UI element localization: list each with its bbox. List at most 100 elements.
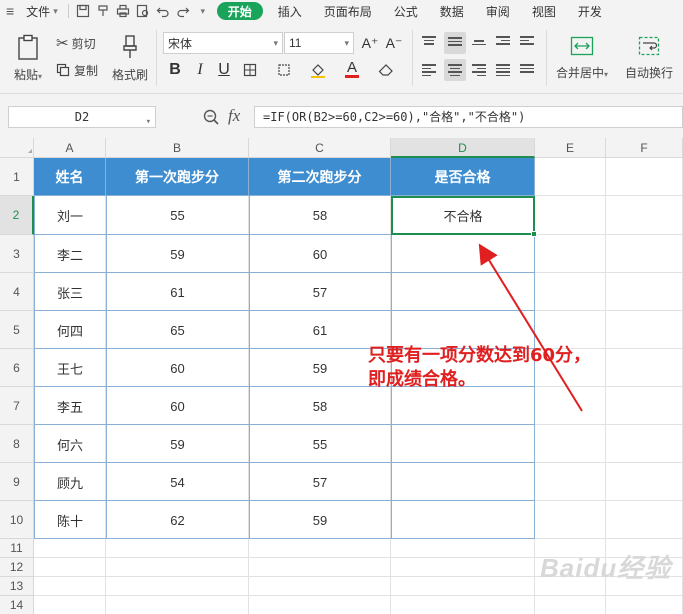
align-left-icon[interactable] [422, 62, 440, 80]
table-cell[interactable]: 陈十 [34, 501, 106, 539]
table-cell[interactable]: 59 [106, 235, 249, 273]
align-center-icon[interactable] [444, 59, 466, 81]
table-header-cell[interactable]: 姓名 [34, 158, 106, 196]
table-header-cell[interactable]: 第一次跑步分 [106, 158, 249, 196]
table-cell[interactable]: 何六 [34, 425, 106, 463]
row-header-2[interactable]: 2 [0, 196, 34, 235]
italic-button[interactable]: I [190, 60, 210, 80]
clear-format-button[interactable] [376, 60, 396, 80]
distribute-icon[interactable] [520, 62, 538, 80]
row-header-10[interactable]: 10 [0, 501, 34, 539]
tab-review[interactable]: 审阅 [475, 0, 521, 22]
table-cell[interactable]: 55 [249, 425, 391, 463]
table-cell[interactable]: 61 [106, 273, 249, 311]
formula-input[interactable]: =IF(OR(B2>=60,C2>=60),"合格","不合格") [254, 106, 683, 128]
table-cell[interactable] [391, 387, 535, 425]
print-preview-icon[interactable] [133, 1, 153, 21]
table-cell[interactable] [391, 425, 535, 463]
fill-handle[interactable] [531, 231, 537, 237]
font-color-button[interactable]: A [342, 59, 362, 79]
column-header-e[interactable]: E [535, 138, 606, 158]
undo-icon[interactable] [153, 1, 173, 21]
table-cell[interactable]: 60 [106, 349, 249, 387]
table-cell[interactable]: 王七 [34, 349, 106, 387]
column-header-b[interactable]: B [106, 138, 249, 158]
bold-button[interactable]: B [165, 60, 185, 80]
name-box[interactable]: D2 ▾ [8, 106, 156, 128]
table-cell[interactable]: 何四 [34, 311, 106, 349]
table-cell[interactable]: 57 [249, 463, 391, 501]
row-header-4[interactable]: 4 [0, 273, 34, 311]
indent-increase-icon[interactable] [520, 34, 538, 52]
menu-icon[interactable]: ≡ [0, 0, 20, 22]
align-right-icon[interactable] [472, 62, 490, 80]
tab-developer[interactable]: 开发 [567, 0, 613, 22]
format-painter-button[interactable]: 格式刷 [108, 30, 152, 86]
fill-style-button[interactable] [274, 60, 294, 80]
table-cell[interactable]: 60 [249, 235, 391, 273]
tab-start[interactable]: 开始 [216, 2, 263, 20]
customize-dropdown-icon[interactable]: ▾ [193, 1, 213, 21]
font-shrink-button[interactable]: A⁻ [384, 33, 404, 53]
tab-insert[interactable]: 插入 [267, 0, 313, 22]
column-header-a[interactable]: A [34, 138, 106, 158]
file-menu[interactable]: 文件 ▾ [20, 0, 64, 22]
font-name-select[interactable]: 宋体 ▾ [163, 32, 283, 54]
align-top-icon[interactable] [422, 34, 440, 52]
underline-button[interactable]: U [214, 60, 234, 80]
row-header-14[interactable]: 14 [0, 596, 34, 614]
row-header-11[interactable]: 11 [0, 539, 34, 558]
border-button[interactable] [240, 60, 260, 80]
tab-formulas[interactable]: 公式 [383, 0, 429, 22]
cut-button[interactable]: ✂ 剪切 [56, 32, 96, 54]
table-cell[interactable]: 59 [106, 425, 249, 463]
font-grow-button[interactable]: A⁺ [360, 33, 380, 53]
table-header-cell[interactable]: 是否合格 [391, 158, 535, 196]
table-cell[interactable]: 58 [249, 196, 391, 235]
print-icon[interactable] [113, 1, 133, 21]
table-cell[interactable] [391, 235, 535, 273]
row-header-13[interactable]: 13 [0, 577, 34, 596]
zoom-lookup-icon[interactable] [202, 108, 220, 126]
merge-center-button[interactable]: 合并居中▾ [550, 30, 614, 86]
select-all-corner[interactable] [0, 138, 34, 158]
table-header-cell[interactable]: 第二次跑步分 [249, 158, 391, 196]
wrap-text-button[interactable]: 自动换行 [620, 30, 678, 86]
row-header-5[interactable]: 5 [0, 311, 34, 349]
table-cell[interactable]: 55 [106, 196, 249, 235]
fx-button[interactable]: fx [228, 106, 240, 126]
format-painter-small-icon[interactable] [93, 1, 113, 21]
table-cell[interactable]: 57 [249, 273, 391, 311]
row-header-9[interactable]: 9 [0, 463, 34, 501]
column-header-c[interactable]: C [249, 138, 391, 158]
indent-decrease-icon[interactable] [496, 34, 514, 52]
font-size-select[interactable]: 11 ▾ [284, 32, 354, 54]
table-cell[interactable] [391, 273, 535, 311]
column-header-d[interactable]: D [391, 138, 535, 158]
table-cell[interactable]: 李五 [34, 387, 106, 425]
table-cell[interactable]: 54 [106, 463, 249, 501]
tab-page-layout[interactable]: 页面布局 [313, 0, 383, 22]
column-header-f[interactable]: F [606, 138, 683, 158]
row-header-6[interactable]: 6 [0, 349, 34, 387]
table-cell[interactable]: 张三 [34, 273, 106, 311]
copy-button[interactable]: 复制 [56, 59, 98, 81]
table-cell[interactable] [391, 501, 535, 539]
table-cell[interactable]: 62 [106, 501, 249, 539]
row-header-1[interactable]: 1 [0, 158, 34, 196]
table-cell[interactable] [391, 463, 535, 501]
fill-color-button[interactable] [308, 60, 328, 80]
table-cell[interactable]: 顾九 [34, 463, 106, 501]
row-header-3[interactable]: 3 [0, 235, 34, 273]
table-cell[interactable]: 李二 [34, 235, 106, 273]
tab-view[interactable]: 视图 [521, 0, 567, 22]
tab-data[interactable]: 数据 [429, 0, 475, 22]
justify-icon[interactable] [496, 62, 514, 80]
table-cell[interactable]: 65 [106, 311, 249, 349]
redo-icon[interactable] [173, 1, 193, 21]
table-cell[interactable]: 58 [249, 387, 391, 425]
table-cell[interactable]: 刘一 [34, 196, 106, 235]
row-header-8[interactable]: 8 [0, 425, 34, 463]
table-cell[interactable]: 59 [249, 501, 391, 539]
align-bottom-icon[interactable] [472, 34, 490, 52]
